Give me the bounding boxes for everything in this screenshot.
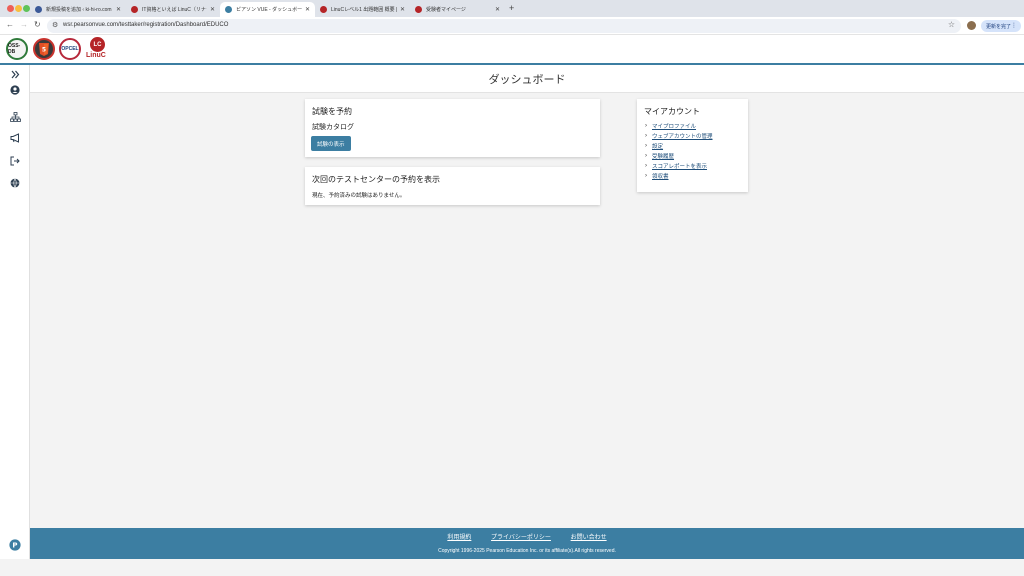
privacy-policy-link[interactable]: プライバシーポリシー <box>491 535 551 541</box>
linuc-wordmark: LinuC <box>86 52 106 59</box>
account-link-item: › ウェブアカウントの管理 <box>645 131 713 141</box>
my-profile-link[interactable]: マイプロファイル <box>652 122 696 130</box>
book-exam-card: 試験を予約 試験カタログ 試験の表示 <box>305 99 600 157</box>
page-title-bar: ダッシュボード <box>30 65 1024 93</box>
account-link-item: › 受験履歴 <box>645 151 713 161</box>
main-content: ダッシュボード 試験を予約 試験カタログ 試験の表示 次回のテストセンターの予約… <box>30 65 1024 528</box>
account-link-item: › 設定 <box>645 141 713 151</box>
browser-tab[interactable]: IT資格といえば LinuC（リナック ✕ <box>126 2 220 17</box>
chevron-right-icon: › <box>645 163 647 169</box>
bottom-strip <box>0 559 1024 576</box>
site-settings-icon[interactable]: ⚙ <box>52 21 58 29</box>
book-exam-heading: 試験を予約 <box>312 107 352 116</box>
footer: 利用規約 プライバシーポリシー お問い合わせ Copyright 1996-20… <box>30 528 1024 559</box>
copyright-text: Copyright 1996-2025 Pearson Education In… <box>438 548 616 554</box>
pearson-logo-icon[interactable]: P <box>8 538 22 552</box>
tab-close-icon[interactable]: ✕ <box>210 6 215 13</box>
chevron-right-icon: › <box>645 143 647 149</box>
sitemap-icon[interactable] <box>8 110 22 124</box>
update-browser-button[interactable]: 更新を完了 ⋮ <box>981 20 1021 32</box>
linuc-logo: LC LinuC <box>86 37 112 61</box>
view-exams-button[interactable]: 試験の表示 <box>311 136 351 151</box>
upcoming-appointments-heading: 次回のテストセンターの予約を表示 <box>312 175 440 184</box>
window-minimize-dot[interactable] <box>15 5 22 12</box>
browser-tab-strip: 新規投稿を追加 ‹ ki-hi-ro.com ✕ IT資格といえば LinuC（… <box>0 0 1024 17</box>
contact-link[interactable]: お問い合わせ <box>571 535 607 541</box>
html5-shield-icon: 5 <box>39 42 49 56</box>
exam-catalog-label: 試験カタログ <box>312 124 354 131</box>
footer-links: 利用規約 プライバシーポリシー お問い合わせ <box>30 532 1024 541</box>
chevron-right-icon: › <box>645 133 647 139</box>
no-appointments-message: 現在、予約済みの試験はありません。 <box>312 193 406 199</box>
pearson-favicon-icon <box>225 6 232 13</box>
expand-chevrons-icon[interactable] <box>8 67 22 81</box>
browser-tab[interactable]: LinuCレベル1 出題範囲 概要 | L ✕ <box>315 2 410 17</box>
my-account-card: マイアカウント › マイプロファイル › ウェブアカウントの管理 › 設定 › 受験履歴… <box>637 99 748 192</box>
window-close-dot[interactable] <box>7 5 14 12</box>
exam-history-link[interactable]: 受験履歴 <box>652 152 674 160</box>
oss-db-logo: OSS-DB <box>6 38 28 60</box>
account-link-item: › 領収書 <box>645 171 713 181</box>
logout-icon[interactable] <box>8 154 22 168</box>
new-tab-icon[interactable]: + <box>509 3 514 13</box>
bookmark-star-icon[interactable]: ☆ <box>948 20 955 29</box>
linuc-favicon-icon <box>131 6 138 13</box>
browser-tab[interactable]: 新規投稿を追加 ‹ ki-hi-ro.com ✕ <box>30 2 126 17</box>
terms-link[interactable]: 利用規約 <box>447 535 471 541</box>
sidebar: P <box>0 65 30 559</box>
tab-close-icon[interactable]: ✕ <box>400 6 405 13</box>
browser-tab-active[interactable]: ピアソン VUE - ダッシュボード ✕ <box>220 2 315 17</box>
browser-toolbar: ← → ↻ ⚙ wsr.pearsonvue.com/testtaker/reg… <box>0 17 1024 35</box>
profile-avatar[interactable] <box>967 21 976 30</box>
chevron-right-icon: › <box>645 173 647 179</box>
globe-icon[interactable] <box>8 176 22 190</box>
address-bar[interactable]: ⚙ wsr.pearsonvue.com/testtaker/registrat… <box>47 19 961 33</box>
reload-icon[interactable]: ↻ <box>34 20 41 29</box>
browser-tab[interactable]: 受験者マイページ ✕ <box>410 2 505 17</box>
upcoming-appointments-card: 次回のテストセンターの予約を表示 現在、予約済みの試験はありません。 <box>305 167 600 205</box>
tab-close-icon[interactable]: ✕ <box>305 6 310 13</box>
html5-logo: 5 <box>33 38 55 60</box>
score-report-link[interactable]: スコアレポートを表示 <box>652 162 707 170</box>
chevron-right-icon: › <box>645 153 647 159</box>
forward-arrow-icon[interactable]: → <box>20 20 28 29</box>
browser-menu-icon[interactable]: ⋮ <box>1011 22 1017 29</box>
tab-close-icon[interactable]: ✕ <box>495 6 500 13</box>
page-title: ダッシュボード <box>488 73 566 86</box>
account-link-item: › マイプロファイル <box>645 121 713 131</box>
my-account-heading: マイアカウント <box>644 107 700 116</box>
linuc-favicon-icon <box>320 6 327 13</box>
settings-link[interactable]: 設定 <box>652 142 663 150</box>
tab-close-icon[interactable]: ✕ <box>116 6 121 13</box>
wordpress-favicon-icon <box>35 6 42 13</box>
linuc-favicon-icon <box>415 6 422 13</box>
account-links-list: › マイプロファイル › ウェブアカウントの管理 › 設定 › 受験履歴 › スコアレポー… <box>645 121 713 181</box>
megaphone-icon[interactable] <box>8 131 22 145</box>
receipts-link[interactable]: 領収書 <box>652 172 669 180</box>
web-account-link[interactable]: ウェブアカウントの管理 <box>652 132 713 140</box>
linuc-mark: LC <box>90 37 105 52</box>
window-zoom-dot[interactable] <box>23 5 30 12</box>
back-arrow-icon[interactable]: ← <box>6 20 14 29</box>
url-text: wsr.pearsonvue.com/testtaker/registratio… <box>63 22 229 28</box>
certification-logo-header: OSS-DB 5 OPCEL LC LinuC <box>0 35 1024 63</box>
opcel-logo: OPCEL <box>59 38 81 60</box>
chevron-right-icon: › <box>645 123 647 129</box>
svg-text:5: 5 <box>42 46 46 53</box>
account-link-item: › スコアレポートを表示 <box>645 161 713 171</box>
user-account-icon[interactable] <box>8 83 22 97</box>
svg-text:P: P <box>12 542 17 550</box>
